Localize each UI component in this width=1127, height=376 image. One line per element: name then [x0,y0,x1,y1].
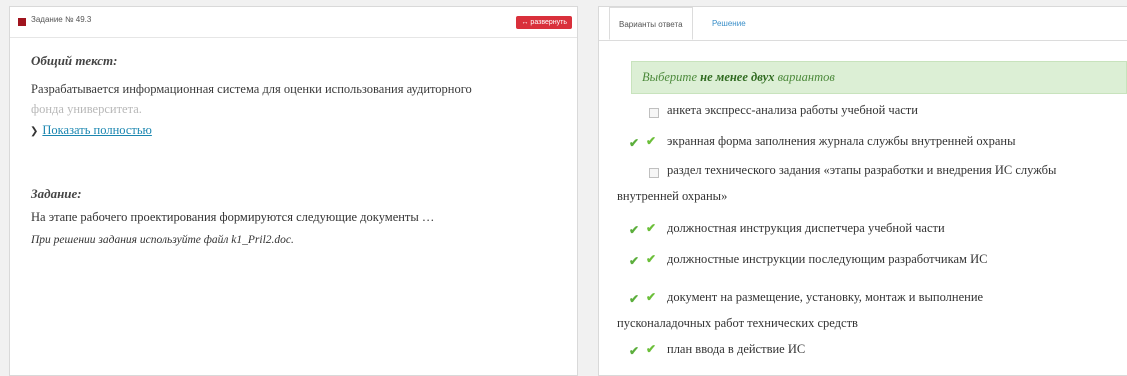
option-label: должностная инструкция диспетчера учебно… [667,221,945,235]
checkbox[interactable] [649,168,659,178]
option-label: раздел технического задания «этапы разра… [667,163,1057,177]
correct-mark-icon: ✔ [629,136,640,150]
checkbox-checked-icon[interactable]: ✔ [646,290,656,305]
expand-button[interactable]: ↔ развернуть [516,16,572,29]
task-note: При решении задания используйте файл k1_… [31,234,294,246]
notice-suffix: вариантов [774,70,835,84]
task-heading: Задание: [31,186,82,201]
checkbox-checked-icon[interactable]: ✔ [646,252,656,267]
option-label: план ввода в действие ИС [667,342,806,356]
notice-prefix: Выберите [642,70,701,84]
answer-tabs: Варианты ответа Решение [599,7,1127,41]
correct-mark-icon: ✔ [629,254,640,268]
common-text-heading: Общий текст: [31,53,118,68]
show-more-label: Показать полностью [42,123,152,137]
option-label: анкета экспресс-анализа работы учебной ч… [667,103,918,117]
task-marker-icon [18,18,26,26]
option-label: пусконаладочных работ технических средст… [617,316,858,330]
tab-answer-options[interactable]: Варианты ответа [609,7,693,40]
correct-mark-icon: ✔ [629,292,640,306]
notice-bold: не менее двух [700,70,775,84]
option-label: внутренней охраны» [617,189,728,203]
option-label: должностные инструкции последующим разра… [667,252,988,266]
checkbox-checked-icon[interactable]: ✔ [646,342,656,357]
chevron-down-icon: ❯ [30,126,39,137]
common-text-visible: Разрабатывается информационная система д… [31,82,472,96]
task-header: Задание № 49.3 ↔ развернуть [10,7,577,38]
option-label: экранная форма заполнения журнала службы… [667,134,1016,148]
option-label: документ на размещение, установку, монта… [667,290,984,304]
checkbox-checked-icon[interactable]: ✔ [646,134,656,149]
checkbox-checked-icon[interactable]: ✔ [646,221,656,236]
show-more-link[interactable]: ❯ Показать полностью [30,123,152,138]
task-text: На этапе рабочего проектирования формиру… [31,210,435,224]
correct-mark-icon: ✔ [629,344,640,358]
checkbox[interactable] [649,108,659,118]
task-panel: Задание № 49.3 ↔ развернуть Общий текст:… [9,6,578,376]
answer-panel: Варианты ответа Решение Выберите не мене… [598,6,1127,376]
common-text-faded: фонда университета. [31,102,142,116]
tab-solution[interactable]: Решение [703,7,755,40]
correct-mark-icon: ✔ [629,223,640,237]
selection-notice: Выберите не менее двух вариантов [631,61,1127,94]
common-text: Разрабатывается информационная система д… [31,79,551,119]
task-title: Задание № 49.3 [31,15,92,24]
